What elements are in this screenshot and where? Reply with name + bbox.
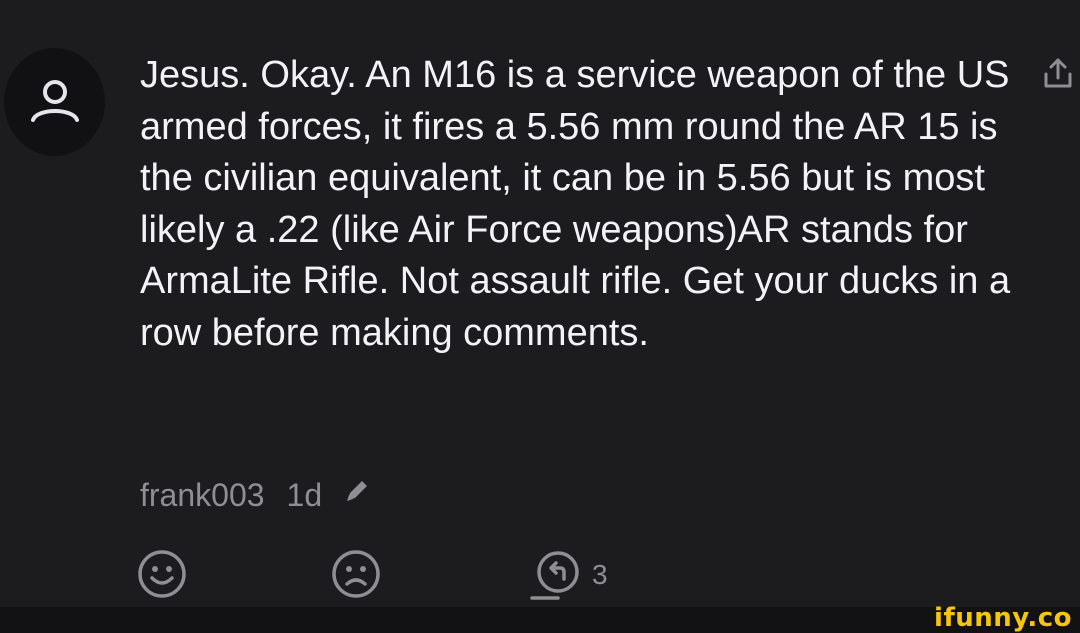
ifunny-watermark: ifunny.co <box>934 603 1072 633</box>
comment-time: 1d <box>286 476 323 513</box>
share-button[interactable] <box>1040 56 1076 92</box>
reply-icon <box>530 551 579 600</box>
reply-count: 3 <box>592 559 608 590</box>
smile-icon <box>138 550 186 598</box>
like-button[interactable] <box>136 548 188 600</box>
edit-button[interactable] <box>342 476 372 514</box>
avatar[interactable] <box>4 48 105 156</box>
share-icon <box>1044 58 1072 88</box>
comment-meta: frank003 1d <box>140 476 372 514</box>
pencil-icon <box>347 481 368 501</box>
comment-author[interactable]: frank003 <box>140 477 265 514</box>
frown-icon <box>332 550 380 598</box>
comment-text: Jesus. Okay. An M16 is a service weapon … <box>140 54 1011 354</box>
user-icon <box>30 80 79 122</box>
bottom-bar <box>0 607 1080 633</box>
dislike-button[interactable] <box>330 548 382 600</box>
reply-button[interactable]: 3 <box>528 548 608 602</box>
